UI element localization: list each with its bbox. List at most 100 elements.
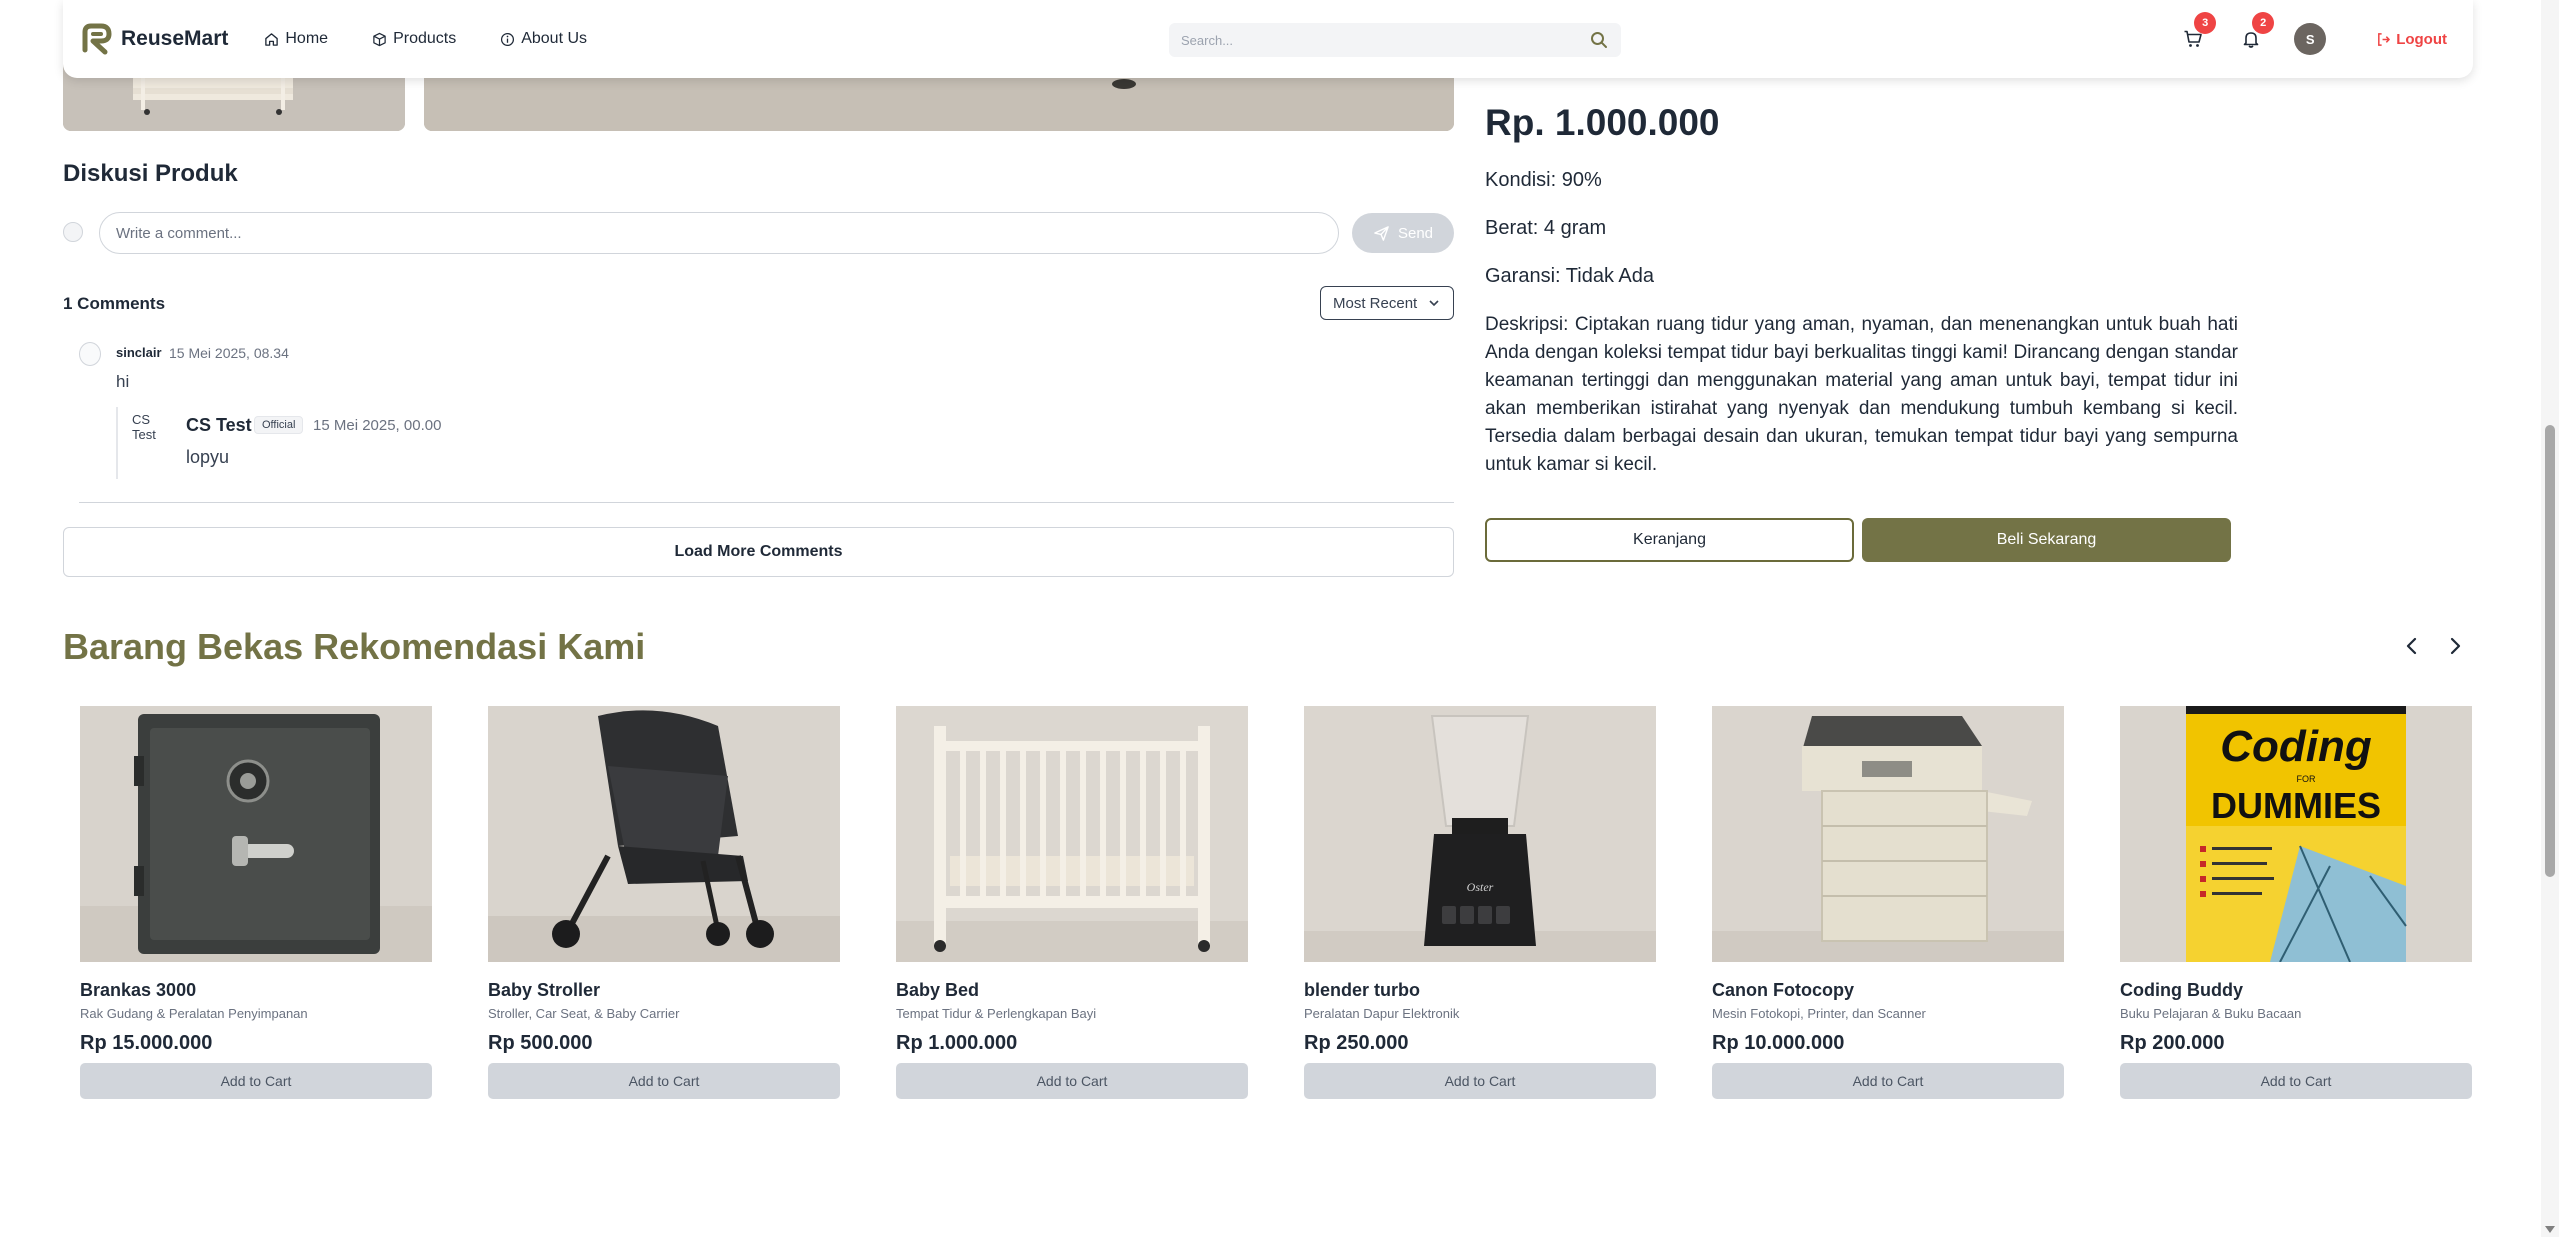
comment-text: hi — [116, 372, 130, 391]
product-price: Rp 500.000 — [488, 1032, 593, 1054]
chevron-down-icon — [1429, 300, 1439, 307]
product-price: Rp 15.000.000 — [80, 1032, 213, 1054]
product-image-book[interactable]: Coding FOR DUMMIES — [2120, 706, 2472, 962]
product-name: blender turbo — [1304, 980, 1420, 1000]
product-category: Buku Pelajaran & Buku Bacaan — [2120, 1006, 2302, 1021]
brand-name: ReuseMart — [121, 27, 229, 50]
nav-link-about[interactable]: About Us — [500, 30, 587, 48]
chevron-right-icon — [2450, 637, 2461, 655]
carousel-next-button[interactable] — [2437, 628, 2473, 664]
product-card[interactable]: Brankas 3000 Rak Gudang & Peralatan Peny… — [80, 706, 432, 1099]
blender-brand: Oster — [1467, 880, 1494, 894]
official-badge: Official — [254, 416, 304, 434]
send-icon — [1374, 225, 1389, 241]
product-category: Rak Gudang & Peralatan Penyimpanan — [80, 1006, 308, 1021]
product-name: Canon Fotocopy — [1712, 980, 1854, 1000]
carousel-prev-button[interactable] — [2394, 628, 2430, 664]
cart-count-badge: 3 — [2194, 12, 2217, 34]
nav-link-label: Home — [285, 30, 329, 47]
book-cover-dummies: DUMMIES — [2211, 785, 2381, 826]
discussion-title: Diskusi Produk — [63, 160, 238, 187]
reply-text: lopyu — [186, 447, 230, 467]
add-to-cart-button[interactable]: Keranjang — [1485, 518, 1854, 562]
product-description: Deskripsi: Ciptakan ruang tidur yang ama… — [1485, 314, 2238, 475]
notification-button[interactable]: 2 — [2236, 12, 2275, 54]
product-image-safe[interactable] — [80, 706, 432, 962]
cart-button[interactable]: 3 — [2178, 12, 2217, 54]
reply-timestamp: 15 Mei 2025, 00.00 — [313, 417, 442, 434]
add-to-cart-button[interactable]: Add to Cart — [1304, 1063, 1656, 1099]
product-card[interactable]: Baby Bed Tempat Tidur & Perlengkapan Bay… — [896, 706, 1248, 1099]
add-to-cart-button[interactable]: Add to Cart — [896, 1063, 1248, 1099]
load-more-comments-button[interactable]: Load More Comments — [63, 527, 1454, 577]
product-price: Rp 250.000 — [1304, 1032, 1409, 1054]
scrollbar-thumb[interactable] — [2545, 425, 2555, 877]
comment-username: sinclair — [116, 345, 162, 360]
notification-count-badge: 2 — [2252, 12, 2275, 34]
product-card[interactable]: Canon Fotocopy Mesin Fotokopi, Printer, … — [1712, 706, 2064, 1099]
send-label: Send — [1397, 224, 1434, 242]
product-price: Rp 200.000 — [2120, 1032, 2225, 1054]
home-icon — [265, 32, 279, 46]
comments-count: 1 Comments — [63, 294, 166, 313]
buy-now-button[interactable]: Beli Sekarang — [1862, 518, 2231, 562]
product-card[interactable]: Baby Stroller Stroller, Car Seat, & Baby… — [488, 706, 840, 1099]
book-cover-for: FOR — [2297, 774, 2316, 784]
sort-selected-value: Most Recent — [1333, 294, 1418, 312]
send-button[interactable]: Send — [1352, 213, 1454, 253]
add-to-cart-button[interactable]: Add to Cart — [2120, 1063, 2472, 1099]
book-cover-title: Coding — [2220, 722, 2372, 771]
nav-link-home[interactable]: Home — [264, 30, 328, 48]
product-card[interactable]: Oster blender turbo Peralatan Dapur Elek… — [1304, 706, 1656, 1099]
reusemart-logo-icon — [82, 23, 112, 55]
product-category: Peralatan Dapur Elektronik — [1304, 1006, 1460, 1021]
product-category: Mesin Fotokopi, Printer, dan Scanner — [1712, 1006, 1926, 1021]
product-condition: Kondisi: 90% — [1485, 169, 1602, 191]
reply-avatar: CS Test — [132, 412, 156, 442]
nav-link-products[interactable]: Products — [372, 30, 456, 48]
product-name: Baby Stroller — [488, 980, 601, 1000]
brand[interactable]: ReuseMart — [79, 22, 228, 56]
product-category: Tempat Tidur & Perlengkapan Bayi — [896, 1006, 1097, 1021]
search-box — [1169, 23, 1621, 57]
search-icon[interactable] — [1589, 30, 1609, 50]
product-name: Baby Bed — [896, 980, 980, 1000]
sort-select[interactable]: Most Recent — [1320, 286, 1454, 320]
info-icon — [501, 32, 515, 46]
reply-username: CS Test — [186, 415, 252, 435]
product-image-copier[interactable] — [1712, 706, 2064, 962]
product-category: Stroller, Car Seat, & Baby Carrier — [488, 1006, 680, 1021]
page: ReuseMart Home Products About Us 3 — [0, 0, 2559, 1237]
comment-input[interactable] — [99, 212, 1339, 254]
logout-button[interactable]: Logout — [2376, 31, 2447, 48]
user-avatar[interactable]: S — [2294, 23, 2327, 55]
logout-label: Logout — [2396, 30, 2447, 48]
product-card[interactable]: Coding FOR DUMMIES Coding Buddy Buku Pel… — [2120, 706, 2472, 1099]
product-image-blender[interactable]: Oster — [1304, 706, 1656, 962]
page-scrollbar[interactable] — [2541, 0, 2559, 1237]
nav-links: Home Products About Us — [264, 30, 587, 48]
nav-right: 3 2 S Logout — [2178, 0, 2447, 78]
product-price: Rp 10.000.000 — [1712, 1032, 1845, 1054]
product-price: Rp 1.000.000 — [896, 1032, 1018, 1054]
product-name: Brankas 3000 — [80, 980, 197, 1000]
recommendations-title: Barang Bekas Rekomendasi Kami — [63, 626, 646, 667]
nav-link-label: Products — [393, 30, 457, 47]
product-weight: Berat: 4 gram — [1485, 217, 1607, 239]
product-image-stroller[interactable] — [488, 706, 840, 962]
logout-icon — [2378, 32, 2391, 46]
navbar: ReuseMart Home Products About Us 3 — [63, 0, 2473, 78]
search-input[interactable] — [1181, 32, 1589, 48]
product-image-baby-bed[interactable] — [896, 706, 1248, 962]
chevron-left-icon — [2406, 637, 2417, 655]
reply-thread-line — [116, 407, 118, 479]
divider — [79, 502, 1454, 503]
add-to-cart-button[interactable]: Add to Cart — [80, 1063, 432, 1099]
add-to-cart-button[interactable]: Add to Cart — [1712, 1063, 2064, 1099]
comment-avatar — [79, 342, 101, 366]
product-warranty: Garansi: Tidak Ada — [1485, 265, 1654, 287]
nav-link-label: About Us — [521, 30, 588, 47]
add-to-cart-button[interactable]: Add to Cart — [488, 1063, 840, 1099]
product-name: Coding Buddy — [2120, 980, 2243, 1000]
scroll-down-arrow-icon[interactable] — [2545, 1226, 2555, 1233]
